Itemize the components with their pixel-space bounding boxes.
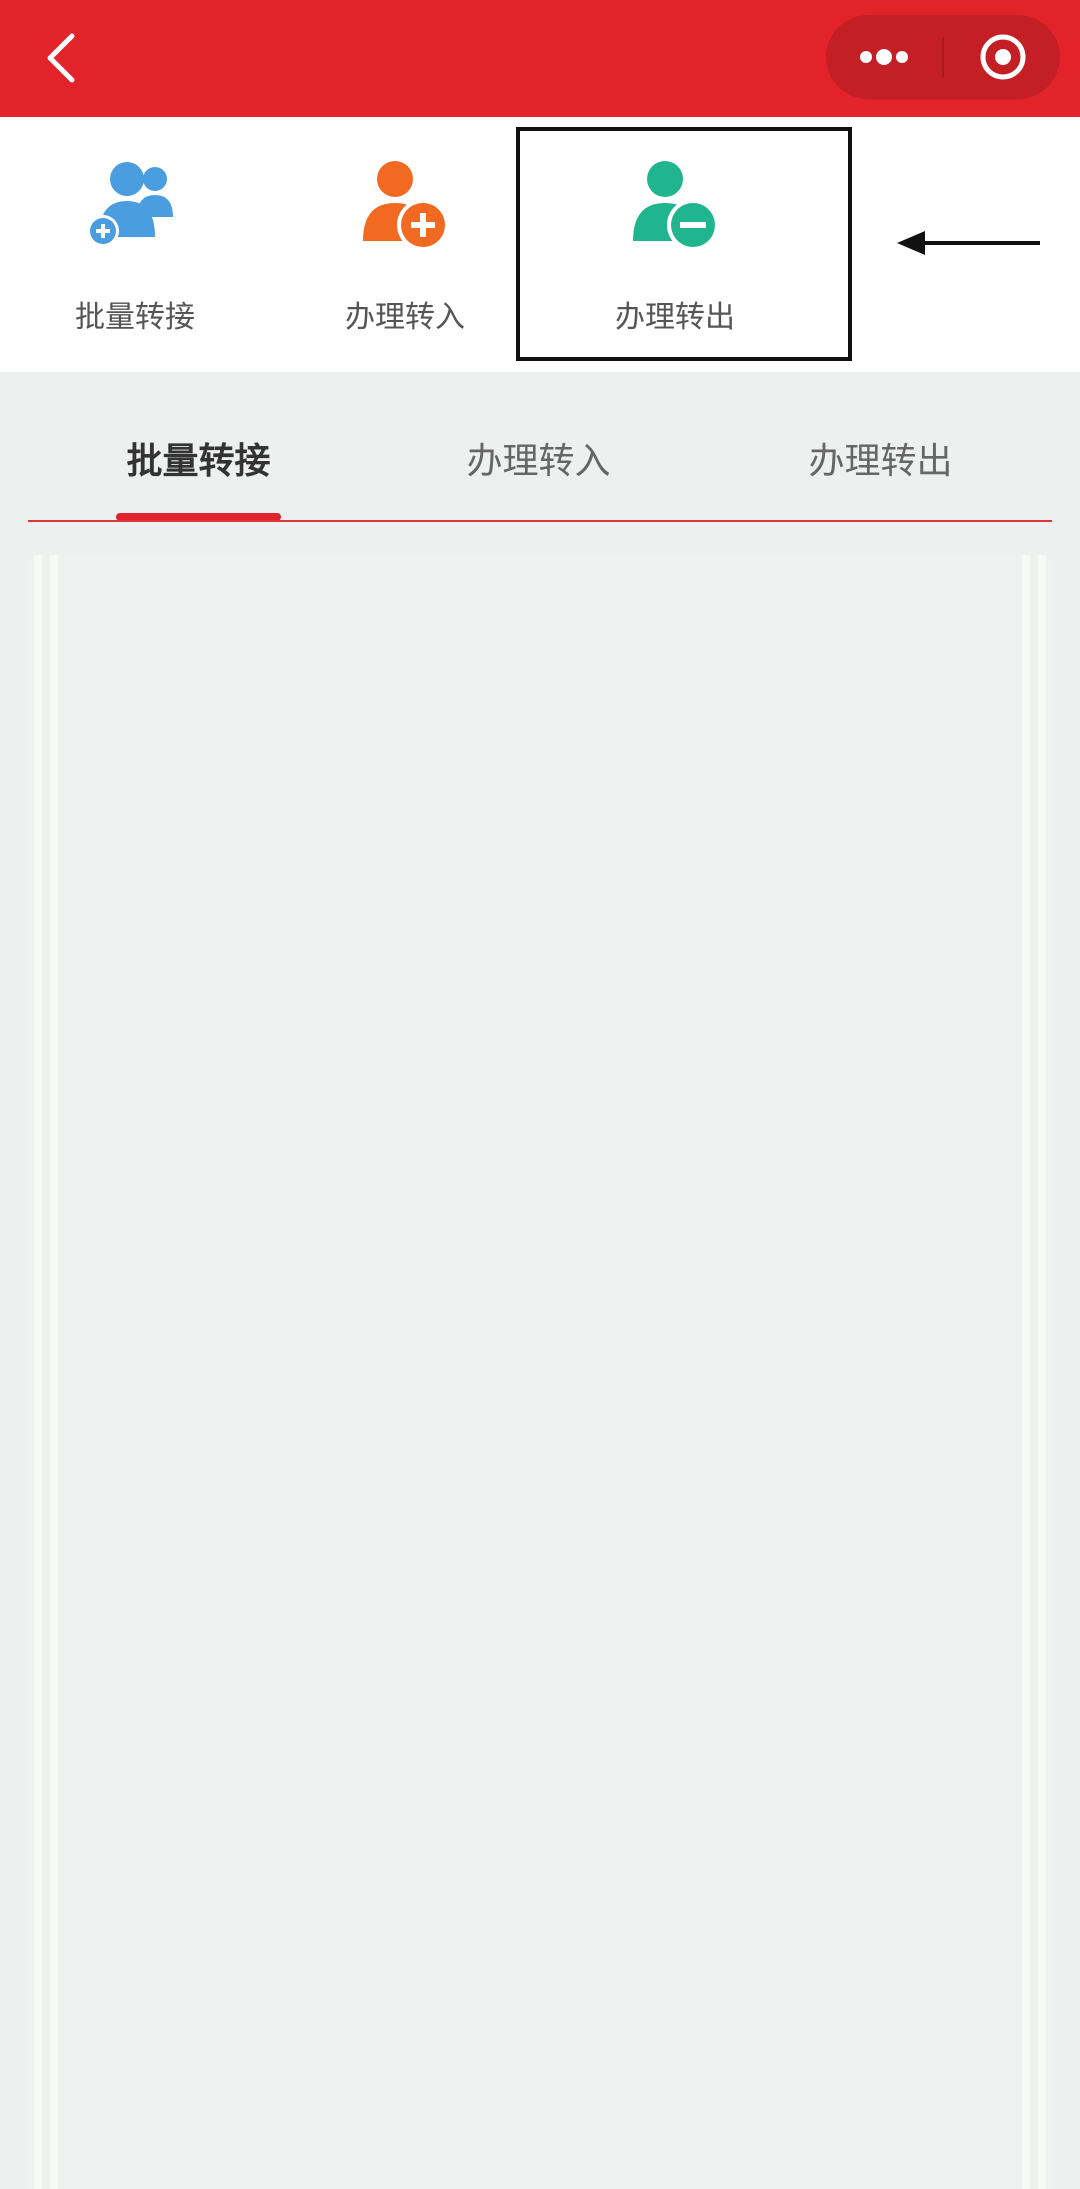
mini-program-capsule xyxy=(826,15,1060,99)
content-edge-right xyxy=(1038,555,1046,2189)
tab-batch-transfer[interactable]: 批量转接 xyxy=(96,412,301,512)
quick-action-label: 批量转接 xyxy=(75,300,195,335)
more-button[interactable] xyxy=(826,15,942,99)
tab-transfer-in[interactable]: 办理转入 xyxy=(436,412,641,512)
quick-action-batch-transfer[interactable]: 批量转接 xyxy=(0,117,270,372)
tab-transfer-out[interactable]: 办理转出 xyxy=(778,412,983,512)
left-arrow-icon xyxy=(897,231,1040,255)
quick-action-label: 办理转入 xyxy=(345,300,465,335)
content-edge-left-inner xyxy=(50,555,58,2189)
user-plus-icon xyxy=(363,161,449,251)
target-circle-icon xyxy=(980,34,1026,80)
quick-action-transfer-in[interactable]: 办理转入 xyxy=(270,117,540,372)
close-button[interactable] xyxy=(944,15,1060,99)
content-edge-right-inner xyxy=(1022,555,1030,2189)
content-edge-left xyxy=(34,555,42,2189)
tab-divider xyxy=(28,520,1052,522)
chevron-left-icon xyxy=(47,33,75,83)
more-dots-icon xyxy=(860,49,908,65)
back-button[interactable] xyxy=(38,30,84,86)
users-add-icon xyxy=(87,162,173,247)
quick-action-transfer-out[interactable]: 办理转出 xyxy=(540,117,810,372)
content-area[interactable] xyxy=(28,555,1052,2189)
user-minus-icon xyxy=(633,161,719,251)
quick-action-label: 办理转出 xyxy=(615,300,735,335)
top-nav-bar xyxy=(0,0,1080,117)
tab-bar: 批量转接 办理转入 办理转出 xyxy=(0,412,1080,522)
